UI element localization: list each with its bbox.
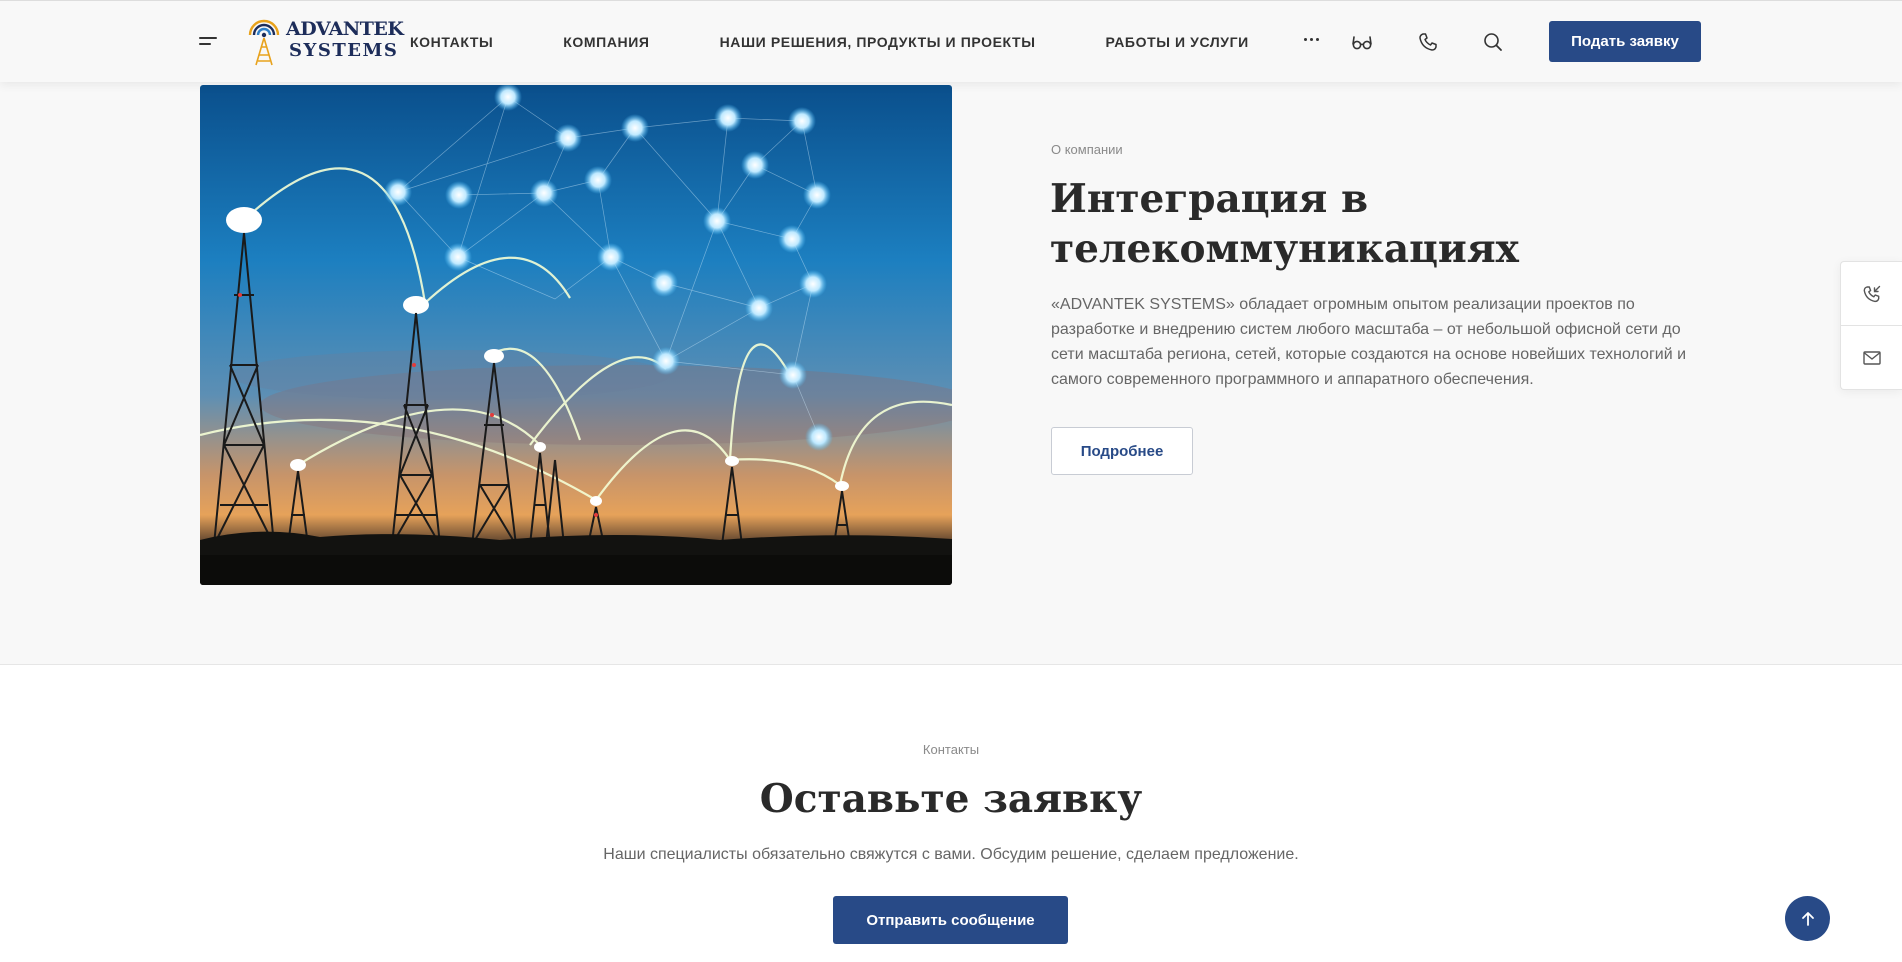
menu-icon[interactable] (199, 35, 217, 47)
phone-icon[interactable] (1417, 31, 1439, 53)
about-section: О компании Интеграция в телекоммуникация… (0, 82, 1902, 665)
logo-text: ADVANTEK SYSTEMS (286, 18, 404, 62)
contacts-title: Оставьте заявку (759, 776, 1143, 822)
mail-button[interactable] (1841, 326, 1902, 390)
send-message-button[interactable]: Отправить сообщение (833, 896, 1068, 944)
arrow-up-icon (1801, 911, 1814, 926)
callback-button[interactable] (1841, 262, 1902, 326)
main-nav: КОНТАКТЫ КОМПАНИЯ НАШИ РЕШЕНИЯ, ПРОДУКТЫ… (410, 1, 1319, 83)
contacts-eyebrow: Контакты (922, 742, 980, 757)
about-eyebrow: О компании (1051, 142, 1123, 157)
side-contact-panel (1840, 261, 1902, 390)
scroll-to-top-button[interactable] (1785, 896, 1830, 941)
logo-line1: ADVANTEK (286, 18, 404, 40)
submit-request-button[interactable]: Подать заявку (1549, 21, 1701, 62)
glasses-icon[interactable] (1351, 31, 1373, 53)
nav-solutions[interactable]: НАШИ РЕШЕНИЯ, ПРОДУКТЫ И ПРОЕКТЫ (720, 34, 1036, 50)
nav-services[interactable]: РАБОТЫ И УСЛУГИ (1106, 34, 1249, 50)
logo[interactable]: ADVANTEK SYSTEMS (246, 17, 404, 67)
callback-phone-icon (1863, 285, 1881, 302)
more-details-button[interactable]: Подробнее (1051, 427, 1193, 475)
contacts-description: Наши специалисты обязательно свяжутся с … (603, 846, 1299, 863)
logo-line2: SYSTEMS (289, 40, 399, 61)
site-header: ADVANTEK SYSTEMS КОНТАКТЫ КОМПАНИЯ НАШИ … (0, 0, 1902, 82)
about-description: «ADVANTEK SYSTEMS» обладает огромным опы… (1051, 296, 1687, 388)
telecom-towers-image (200, 85, 952, 585)
more-dots-icon[interactable] (1302, 37, 1322, 43)
mail-icon (1863, 351, 1881, 365)
antenna-logo-icon (248, 19, 280, 66)
about-title: Интеграция в телекоммуникациях (1050, 176, 1519, 272)
nav-contacts[interactable]: КОНТАКТЫ (410, 34, 493, 50)
nav-company[interactable]: КОМПАНИЯ (563, 34, 649, 50)
hero-image (200, 85, 952, 585)
search-icon[interactable] (1482, 31, 1504, 53)
